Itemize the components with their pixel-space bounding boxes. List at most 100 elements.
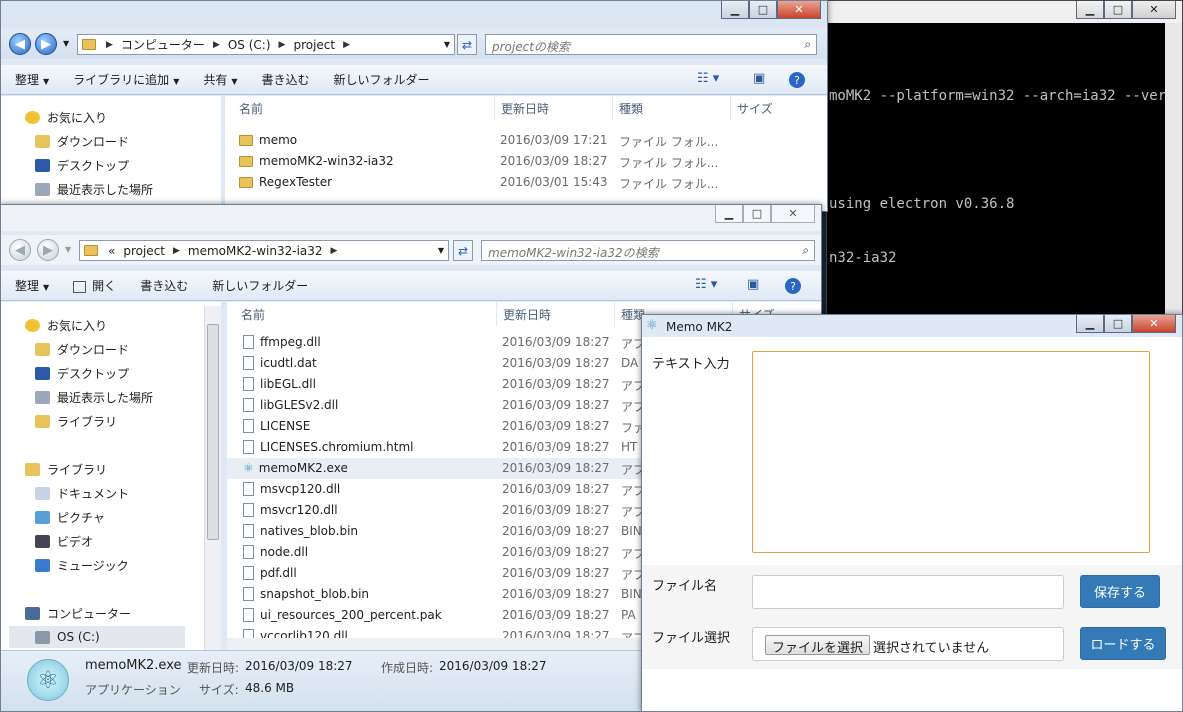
nav-recent-places[interactable]: 最近表示した場所	[35, 386, 153, 408]
search-input[interactable]: projectの検索 ⌕	[485, 34, 817, 55]
nav-videos[interactable]: ビデオ	[35, 530, 93, 552]
close-button[interactable]: ✕	[777, 1, 821, 19]
nav-favorites[interactable]: お気に入り	[25, 314, 107, 336]
no-file-text: 選択されていません	[873, 641, 990, 656]
file-row[interactable]: RegexTester 2016/03/01 15:43 ファイル フォル...	[225, 172, 827, 193]
column-header-type[interactable]: 種類	[613, 96, 731, 120]
organize-button[interactable]: 整理 ▼	[15, 277, 49, 294]
help-icon[interactable]: ?	[785, 278, 801, 294]
file-icon	[243, 419, 254, 433]
nav-label: ダウンロード	[57, 342, 130, 357]
view-options-button[interactable]: ☷ ▾	[697, 71, 719, 86]
nav-pictures[interactable]: ピクチャ	[35, 506, 105, 528]
preview-pane-button[interactable]: ▣	[747, 277, 759, 292]
file-name: memoMK2-win32-ia32	[259, 154, 394, 168]
drive-icon	[35, 630, 50, 644]
maximize-button[interactable]: □	[1104, 315, 1132, 333]
explorer-window-project: ▁ □ ✕ ◀ ▶ ▼ ▶ コンピューター ▶ OS (C:) ▶ project ▶…	[0, 0, 828, 212]
filename-input[interactable]	[752, 575, 1064, 609]
forward-button[interactable]: ▶	[35, 33, 57, 55]
share-button[interactable]: 共有 ▼	[203, 71, 237, 88]
column-header-size[interactable]: サイズ	[731, 96, 827, 120]
burn-button[interactable]: 書き込む	[140, 277, 188, 294]
address-bar[interactable]: ▶ コンピューター ▶ OS (C:) ▶ project ▶ ▼	[77, 34, 455, 55]
search-icon[interactable]: ⌕	[804, 37, 811, 52]
nav-label: 最近表示した場所	[57, 390, 154, 405]
burn-button[interactable]: 書き込む	[262, 71, 310, 88]
maximize-button[interactable]: □	[743, 205, 771, 223]
column-header-name[interactable]: 名前	[233, 96, 495, 120]
console-scrollbar[interactable]	[1165, 23, 1182, 319]
file-date: 2016/03/09 18:27	[502, 335, 610, 349]
breadcrumb-computer[interactable]: コンピューター	[121, 36, 205, 53]
search-input[interactable]: memoMK2-win32-ia32の検索 ⌕	[481, 240, 815, 261]
minimize-button[interactable]: ▁	[715, 205, 743, 223]
minimize-button[interactable]: ▁	[1076, 1, 1104, 19]
nav-downloads[interactable]: ダウンロード	[35, 130, 129, 152]
minimize-button[interactable]: ▁	[721, 1, 749, 19]
refresh-button[interactable]: ⇄	[457, 34, 477, 55]
choose-file-button[interactable]: ファイルを選択	[765, 635, 871, 656]
column-header-date[interactable]: 更新日時	[495, 96, 613, 120]
nav-drive-c[interactable]: OS (C:)	[9, 626, 185, 648]
chevron-down-icon[interactable]: ▼	[438, 246, 444, 255]
refresh-button[interactable]: ⇄	[453, 240, 473, 261]
minimize-button[interactable]: ▁	[1076, 315, 1104, 333]
nav-recent-places[interactable]: 最近表示した場所	[35, 178, 153, 200]
text-input-area[interactable]	[752, 351, 1150, 553]
organize-button[interactable]: 整理 ▼	[15, 71, 49, 88]
view-options-button[interactable]: ☷ ▾	[695, 277, 717, 292]
column-header-date[interactable]: 更新日時	[497, 302, 615, 326]
close-button[interactable]: ✕	[771, 205, 815, 223]
recent-places-icon	[35, 390, 50, 404]
file-select-input[interactable]: ファイルを選択 選択されていません	[752, 627, 1064, 661]
breadcrumb-project[interactable]: project	[123, 244, 165, 258]
explorer-titlebar[interactable]	[1, 1, 827, 27]
back-button[interactable]: ◀	[9, 239, 31, 261]
nav-label: ライブラリ	[47, 462, 108, 477]
new-folder-button[interactable]: 新しいフォルダー	[334, 71, 430, 88]
maximize-button[interactable]: □	[1104, 1, 1132, 19]
explorer-titlebar[interactable]	[1, 205, 821, 231]
nav-desktop[interactable]: デスクトップ	[35, 154, 129, 176]
nav-downloads[interactable]: ダウンロード	[35, 338, 129, 360]
nav-favorites[interactable]: お気に入り	[25, 106, 107, 128]
file-date: 2016/03/09 18:27	[502, 419, 610, 433]
breadcrumb-memomk2[interactable]: memoMK2-win32-ia32	[188, 244, 323, 258]
chevron-down-icon[interactable]: ▼	[444, 40, 450, 49]
nav-libraries-group[interactable]: ライブラリ	[25, 458, 107, 480]
file-icon	[243, 482, 254, 496]
maximize-button[interactable]: □	[749, 1, 777, 19]
nav-desktop[interactable]: デスクトップ	[35, 362, 129, 384]
nav-documents[interactable]: ドキュメント	[35, 482, 129, 504]
file-icon	[243, 608, 254, 622]
nav-libraries[interactable]: ライブラリ	[35, 410, 117, 432]
downloads-icon	[35, 134, 50, 148]
column-header-name[interactable]: 名前	[235, 302, 497, 326]
help-icon[interactable]: ?	[789, 72, 805, 88]
new-folder-button[interactable]: 新しいフォルダー	[212, 277, 308, 294]
search-icon[interactable]: ⌕	[802, 243, 809, 258]
file-row[interactable]: memoMK2-win32-ia32 2016/03/09 18:27 ファイル フ…	[225, 151, 827, 172]
close-button[interactable]: ✕	[1132, 315, 1176, 333]
preview-pane-button[interactable]: ▣	[753, 71, 765, 86]
nav-scrollbar[interactable]	[204, 306, 221, 650]
breadcrumb-overflow[interactable]: «	[108, 244, 115, 258]
app-icon: ⚛	[27, 659, 69, 701]
scrollbar-thumb[interactable]	[207, 324, 219, 540]
file-row[interactable]: memo 2016/03/09 17:21 ファイル フォル...	[225, 130, 827, 151]
load-button[interactable]: ロードする	[1080, 627, 1166, 660]
back-button[interactable]: ◀	[9, 33, 31, 55]
address-bar[interactable]: « project ▶ memoMK2-win32-ia32 ▶ ▼	[79, 240, 449, 261]
add-to-library-button[interactable]: ライブラリに追加 ▼	[73, 71, 179, 88]
save-button[interactable]: 保存する	[1080, 575, 1160, 608]
breadcrumb-drive[interactable]: OS (C:)	[228, 38, 271, 52]
nav-computer[interactable]: コンピューター	[25, 602, 131, 624]
forward-button[interactable]: ▶	[37, 239, 59, 261]
recent-pages-dropdown[interactable]: ▼	[63, 39, 69, 48]
recent-pages-dropdown[interactable]: ▼	[65, 245, 71, 254]
close-button[interactable]: ✕	[1132, 1, 1176, 19]
nav-music[interactable]: ミュージック	[35, 554, 129, 576]
breadcrumb-project[interactable]: project	[293, 38, 335, 52]
open-button[interactable]: 開く	[73, 277, 116, 294]
